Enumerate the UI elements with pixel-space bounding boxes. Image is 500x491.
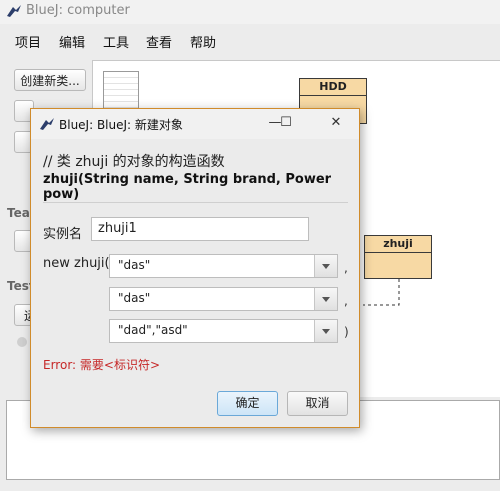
param-combo-1[interactable]: "das" bbox=[109, 254, 338, 278]
menu-edit[interactable]: 编辑 bbox=[59, 32, 85, 51]
cancel-button[interactable]: 取消 bbox=[287, 391, 348, 416]
class-name: zhuji bbox=[365, 236, 431, 253]
param-separator: , bbox=[344, 261, 348, 275]
team-label: Tea bbox=[7, 206, 30, 220]
window-title: BlueJ: computer bbox=[26, 3, 130, 18]
menu-bar: 项目 编辑 工具 查看 帮助 bbox=[0, 27, 500, 53]
chevron-down-icon[interactable] bbox=[314, 320, 337, 342]
param-separator: , bbox=[344, 294, 348, 308]
param-combo-3[interactable]: "dad","asd" bbox=[109, 319, 338, 343]
constructor-signature: zhuji(String name, String brand, Power p… bbox=[43, 172, 332, 202]
instance-name-label: 实例名 bbox=[43, 227, 83, 242]
param-value: "das" bbox=[118, 291, 151, 305]
error-message: Error: 需要<标识符> bbox=[43, 358, 161, 372]
new-class-button[interactable]: 创建新类... bbox=[14, 69, 86, 91]
ok-button[interactable]: 确定 bbox=[217, 391, 278, 416]
constructor-comment: // 类 zhuji 的对象的构造函数 bbox=[43, 154, 225, 170]
close-icon[interactable]: ✕ bbox=[325, 113, 347, 133]
menu-tools[interactable]: 工具 bbox=[103, 32, 129, 51]
recording-indicator bbox=[17, 337, 27, 347]
main-title-bar: BlueJ: computer bbox=[0, 0, 500, 24]
create-object-dialog: BlueJ: BlueJ: 新建对象 — ☐ ✕ // 类 zhuji 的对象的… bbox=[30, 108, 360, 428]
menu-view[interactable]: 查看 bbox=[146, 32, 172, 51]
dialog-body: // 类 zhuji 的对象的构造函数 zhuji(String name, S… bbox=[31, 139, 359, 427]
param-combo-2[interactable]: "das" bbox=[109, 287, 338, 311]
class-zhuji[interactable]: zhuji bbox=[364, 235, 432, 279]
menu-project[interactable]: 项目 bbox=[15, 32, 41, 51]
maximize-icon[interactable]: ☐ bbox=[275, 113, 297, 133]
dialog-title-bar: BlueJ: BlueJ: 新建对象 — ☐ ✕ bbox=[31, 109, 359, 139]
param-close-paren: ) bbox=[344, 325, 349, 339]
call-prefix-label: new zhuji( bbox=[43, 256, 110, 271]
separator bbox=[43, 202, 348, 203]
chevron-down-icon[interactable] bbox=[314, 255, 337, 277]
class-name: HDD bbox=[300, 79, 366, 96]
menu-help[interactable]: 帮助 bbox=[190, 32, 216, 51]
bluej-bird-icon bbox=[39, 117, 55, 135]
chevron-down-icon[interactable] bbox=[314, 288, 337, 310]
param-value: "dad","asd" bbox=[118, 323, 188, 337]
instance-name-input[interactable]: zhuji1 bbox=[91, 217, 309, 241]
param-value: "das" bbox=[118, 258, 151, 272]
dependency-arrow bbox=[363, 279, 400, 306]
bluej-bird-icon bbox=[6, 4, 22, 22]
dialog-title: BlueJ: BlueJ: 新建对象 bbox=[59, 118, 183, 132]
